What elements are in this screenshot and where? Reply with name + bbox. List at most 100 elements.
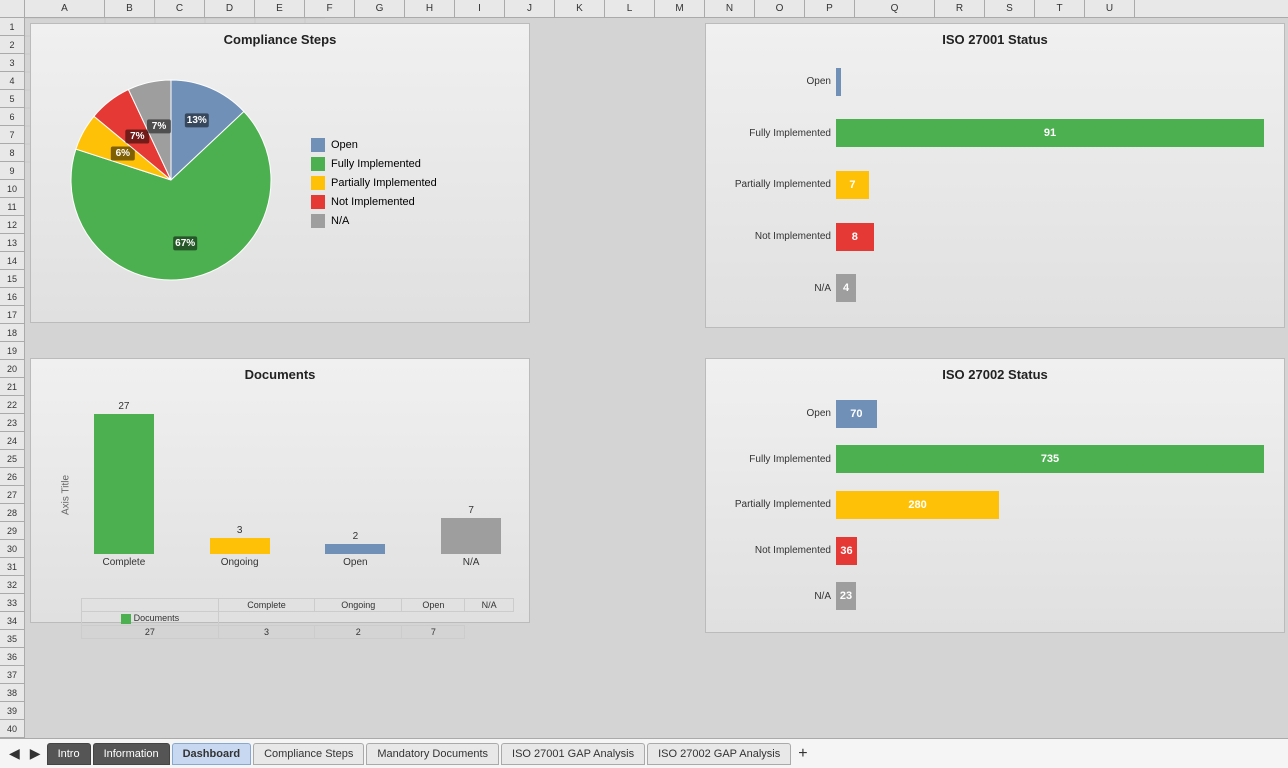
compliance-steps-title: Compliance Steps xyxy=(31,24,529,51)
hbar-row-n/a: N/A4 xyxy=(836,274,1264,302)
row-num-31: 31 xyxy=(0,558,24,576)
tab-intro[interactable]: Intro xyxy=(47,743,91,765)
pie-container: 13%67%6%7%7% OpenFully ImplementedPartia… xyxy=(31,51,529,314)
row-num-28: 28 xyxy=(0,504,24,522)
col-header-O: O xyxy=(755,0,805,17)
tabs-container: IntroInformationDashboardCompliance Step… xyxy=(47,743,792,765)
tab-information[interactable]: Information xyxy=(93,743,170,765)
row-num-29: 29 xyxy=(0,522,24,540)
legend-color-box xyxy=(311,195,325,209)
hbar-bar: 735 xyxy=(836,445,1264,473)
col-header-L: L xyxy=(605,0,655,17)
row-num-4: 4 xyxy=(0,72,24,90)
row-num-35: 35 xyxy=(0,630,24,648)
tab-iso-27002-gap-analysis[interactable]: ISO 27002 GAP Analysis xyxy=(647,743,791,765)
hbar-value: 7 xyxy=(849,179,855,191)
col-header-P: P xyxy=(805,0,855,17)
axis-title-y: Axis Title xyxy=(61,474,72,514)
hbar-label: Fully Implemented xyxy=(706,454,831,465)
hbar-row-partially-implemented: Partially Implemented7 xyxy=(836,171,1264,199)
tab-iso-27001-gap-analysis[interactable]: ISO 27001 GAP Analysis xyxy=(501,743,645,765)
row-num-16: 16 xyxy=(0,288,24,306)
hbar-bar: 36 xyxy=(836,537,857,565)
header-corner xyxy=(0,0,25,17)
doc-legend-header-open: Open xyxy=(402,599,465,612)
legend-label: Open xyxy=(331,139,358,151)
row-num-14: 14 xyxy=(0,252,24,270)
row-num-10: 10 xyxy=(0,180,24,198)
legend-label: Fully Implemented xyxy=(331,158,421,170)
vbar-group-ongoing: 3Ongoing xyxy=(197,525,283,568)
doc-legend-value-complete: 27 xyxy=(82,625,219,638)
legend-color-box xyxy=(311,157,325,171)
row-num-21: 21 xyxy=(0,378,24,396)
hbar-row-not-implemented: Not Implemented8 xyxy=(836,223,1264,251)
vbar-bar xyxy=(441,518,501,554)
legend-item-partially-implemented: Partially Implemented xyxy=(311,176,437,190)
hbar-row-fully-implemented: Fully Implemented91 xyxy=(836,119,1264,147)
doc-legend-value-open: 2 xyxy=(315,625,402,638)
vbar-x-label: N/A xyxy=(463,557,480,568)
legend-item-open: Open xyxy=(311,138,437,152)
hbar-bar: 91 xyxy=(836,119,1264,147)
row-num-9: 9 xyxy=(0,162,24,180)
legend-color-box xyxy=(311,176,325,190)
nav-prev-btn[interactable]: ◀ xyxy=(5,743,24,765)
iso27002-bars: Open70Fully Implemented735Partially Impl… xyxy=(706,386,1284,624)
legend-label: Partially Implemented xyxy=(331,177,437,189)
vbar-value: 3 xyxy=(237,525,243,536)
charts-area: Compliance Steps 13%67%6%7%7% OpenFully … xyxy=(25,18,1288,738)
col-header-C: C xyxy=(155,0,205,17)
pie-legend: Open Fully Implemented Partially Implement… xyxy=(311,138,437,228)
col-header-J: J xyxy=(505,0,555,17)
vbar-area: Axis Title 27Complete3Ongoing2Open7N/A xyxy=(81,391,514,598)
hbar-bar: 70 xyxy=(836,400,877,428)
col-header-F: F xyxy=(305,0,355,17)
hbar-label: Open xyxy=(706,408,831,419)
row-num-17: 17 xyxy=(0,306,24,324)
col-header-U: U xyxy=(1085,0,1135,17)
iso27002-title: ISO 27002 Status xyxy=(706,359,1284,386)
col-header-B: B xyxy=(105,0,155,17)
row-num-13: 13 xyxy=(0,234,24,252)
row-num-11: 11 xyxy=(0,198,24,216)
hbar-row-not-implemented: Not Implemented36 xyxy=(836,537,1264,565)
legend-label: N/A xyxy=(331,215,349,227)
legend-item-n/a: N/A xyxy=(311,214,437,228)
doc-legend-table: CompleteOngoingOpenN/ADocuments27327 xyxy=(81,598,514,639)
pie-label-67: 67% xyxy=(175,238,195,249)
hbar-bar xyxy=(836,68,841,96)
row-num-18: 18 xyxy=(0,324,24,342)
nav-next-btn[interactable]: ▶ xyxy=(26,743,45,765)
row-num-6: 6 xyxy=(0,108,24,126)
hbar-bar: 23 xyxy=(836,582,856,610)
vbar-group-complete: 27 Complete xyxy=(81,401,167,568)
documents-chart: Documents Axis Title 27Complete3Ongoing2… xyxy=(30,358,530,623)
doc-legend-header-n/a: N/A xyxy=(465,599,514,612)
add-tab-btn[interactable]: + xyxy=(793,743,812,765)
tab-mandatory-documents[interactable]: Mandatory Documents xyxy=(366,743,499,765)
tab-dashboard[interactable]: Dashboard xyxy=(172,743,251,765)
vbar-value: 27 xyxy=(118,401,129,412)
grid-area: 1234567891011121314151617181920212223242… xyxy=(0,18,1288,738)
legend-item-fully-implemented: Fully Implemented xyxy=(311,157,437,171)
row-num-8: 8 xyxy=(0,144,24,162)
hbar-label: Partially Implemented xyxy=(706,499,831,510)
legend-color-box xyxy=(311,138,325,152)
pie-chart-svg: 13%67%6%7%7% xyxy=(51,60,291,300)
hbar-label: Open xyxy=(706,76,831,87)
pie-label-6: 6% xyxy=(116,148,131,159)
iso27002-chart: ISO 27002 Status Open70Fully Implemented… xyxy=(705,358,1285,633)
col-header-S: S xyxy=(985,0,1035,17)
hbar-row-open: Open70 xyxy=(836,400,1264,428)
row-num-7: 7 xyxy=(0,126,24,144)
hbar-bar: 8 xyxy=(836,223,874,251)
doc-legend-value-ongoing: 3 xyxy=(218,625,314,638)
legend-item-not-implemented: Not Implemented xyxy=(311,195,437,209)
vbar-x-label: Complete xyxy=(102,557,145,568)
tab-compliance-steps[interactable]: Compliance Steps xyxy=(253,743,364,765)
hbar-value: 8 xyxy=(852,231,858,243)
vbar-bar xyxy=(94,414,154,554)
col-header-G: G xyxy=(355,0,405,17)
col-header-D: D xyxy=(205,0,255,17)
